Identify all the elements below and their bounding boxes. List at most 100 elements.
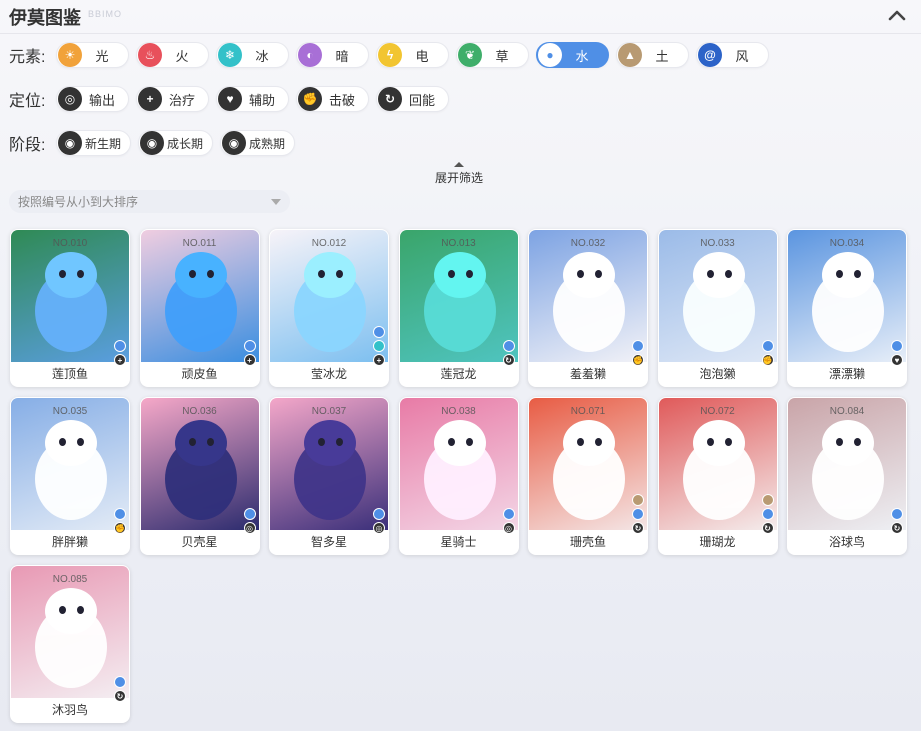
break-icon: ✊ — [298, 87, 322, 111]
element-filter-row: 元素: ☀ 光 ♨ 火 ❄ 冰 ◐ 暗 ϟ 电 ❦ 草 ● 水 ▲ 土 @ 风 — [9, 41, 776, 69]
creature-eye — [706, 438, 714, 446]
element-chip-label: 水 — [575, 48, 589, 64]
creature-image — [788, 398, 906, 530]
position-chip-3[interactable]: ✊ 击破 — [296, 86, 369, 112]
creature-eye — [836, 270, 843, 278]
element-chip-6[interactable]: ● 水 — [536, 42, 609, 68]
creature-card[interactable]: NO.013 ↻ 莲冠龙 — [398, 229, 519, 387]
element-chip-8[interactable]: @ 风 — [696, 42, 769, 68]
element-badge-icon — [632, 508, 644, 520]
creature-head-shape — [563, 252, 615, 298]
creature-eye — [206, 270, 214, 278]
element-chip-2[interactable]: ❄ 冰 — [216, 42, 289, 68]
creature-card[interactable]: NO.037 ◎ 智多星 — [269, 397, 389, 555]
element-chip-5[interactable]: ❦ 草 — [456, 42, 529, 68]
stage-chip-2[interactable]: ◉ 成熟期 — [220, 130, 295, 156]
element-chip-4[interactable]: ϟ电 — [376, 42, 449, 68]
element-badge-icon — [502, 340, 515, 352]
creature-name: 羞羞獭 — [569, 367, 606, 381]
element-badge-icon — [761, 340, 774, 352]
creature-name: 胖胖獭 — [51, 535, 88, 549]
stage-chip-1[interactable]: ◉ 成长期 — [138, 130, 213, 156]
collapse-chevron-icon[interactable] — [887, 6, 907, 24]
element-badge-icon — [632, 340, 644, 352]
creature-eye — [59, 438, 66, 446]
stage-chip-0[interactable]: ◉ 新生期 — [56, 130, 131, 156]
position-chip-0[interactable]: ◎ 输出 — [56, 86, 129, 112]
element-badge-icon — [502, 508, 515, 520]
creature-name: 贝壳星 — [181, 535, 218, 549]
element-chip-7[interactable]: ▲ 土 — [616, 42, 689, 68]
creature-head-shape — [822, 420, 874, 466]
expand-filters-button[interactable]: 展开筛选 — [434, 162, 484, 186]
fire-icon: ♨ — [138, 43, 162, 67]
creature-image — [140, 398, 259, 530]
creature-head-shape — [563, 420, 615, 466]
creature-head-shape — [174, 252, 227, 298]
creature-eye — [706, 270, 714, 278]
creature-card[interactable]: NO.072 ↻ 珊瑚龙 — [657, 397, 778, 555]
creature-card[interactable]: NO.036 ◎ 贝壳星 — [139, 397, 260, 555]
sort-select[interactable]: 按照编号从小到大排序 — [9, 190, 290, 213]
creature-card[interactable]: NO.032 ✊ 羞羞獭 — [528, 229, 648, 387]
creature-image — [529, 398, 647, 530]
creature-card[interactable]: NO.084 ↻ 浴球鸟 — [787, 397, 907, 555]
element-chip-3[interactable]: ◐ 暗 — [296, 42, 369, 68]
sort-select-value: 按照编号从小到大排序 — [18, 195, 139, 209]
earth-icon: ▲ — [618, 43, 642, 67]
heal-icon: + — [138, 87, 162, 111]
creature-head-shape — [692, 420, 745, 466]
creature-image — [529, 230, 647, 362]
creature-number: NO.011 — [182, 238, 217, 249]
creature-eye — [206, 438, 214, 446]
creature-eye — [724, 270, 732, 278]
creature-card[interactable]: NO.033 ✊ 泡泡獭 — [657, 229, 778, 387]
creature-eye — [59, 606, 66, 614]
creature-card[interactable]: NO.012 + 莹冰龙 — [269, 229, 389, 387]
creature-eye — [465, 438, 473, 446]
creature-number: NO.085 — [52, 574, 88, 585]
creature-eye — [577, 270, 584, 278]
element-chip-1[interactable]: ♨ 火 — [136, 42, 209, 68]
position-chip-2[interactable]: ♥ 辅助 — [216, 86, 289, 112]
element-badge-icon — [114, 340, 126, 352]
ice-icon: ❄ — [218, 43, 242, 67]
creature-name: 莲顶鱼 — [51, 367, 88, 381]
stage-filter-row: 阶段: ◉ 新生期 ◉ 成长期 ◉ 成熟期 — [9, 129, 302, 157]
element-chip-label: 火 — [175, 48, 189, 64]
creature-eye — [854, 438, 861, 446]
creature-card[interactable]: NO.085 ↻ 沐羽鸟 — [10, 565, 130, 723]
creature-card[interactable]: NO.035 ✊ 胖胖獭 — [10, 397, 130, 555]
expand-arrow-icon — [454, 162, 464, 167]
creature-number: NO.036 — [182, 406, 217, 417]
creature-eye — [854, 270, 861, 278]
creature-number: NO.084 — [829, 406, 865, 417]
creature-number: NO.033 — [700, 238, 735, 249]
position-chip-4[interactable]: ↻ 回能 — [376, 86, 449, 112]
creature-card[interactable]: NO.034 ♥ 漂漂獭 — [787, 229, 907, 387]
creature-eye — [318, 270, 325, 278]
stage-chip-label: 成长期 — [166, 136, 203, 151]
creature-card[interactable]: NO.071 ↻ 珊壳鱼 — [528, 397, 648, 555]
creature-image — [399, 230, 518, 362]
position-filter-label: 定位: — [9, 93, 46, 110]
element-badge-icon — [243, 340, 256, 352]
element-chip-label: 光 — [95, 48, 109, 64]
light-icon: ☀ — [58, 43, 82, 67]
creature-image — [140, 230, 259, 362]
creature-card[interactable]: NO.010 + 莲顶鱼 — [10, 229, 130, 387]
element-badge-icon — [891, 340, 903, 352]
support-icon: ♥ — [218, 87, 242, 111]
creature-card[interactable]: NO.011 + 顽皮鱼 — [139, 229, 260, 387]
position-chip-label: 输出 — [88, 92, 115, 108]
creature-eye — [595, 438, 602, 446]
creature-eye — [577, 438, 584, 446]
position-chip-1[interactable]: + 治疗 — [136, 86, 209, 112]
creature-eye — [188, 438, 196, 446]
element-badge-icon — [891, 508, 903, 520]
element-chip-0[interactable]: ☀ 光 — [56, 42, 129, 68]
stage-chip-label: 新生期 — [84, 136, 121, 151]
creature-image — [399, 398, 518, 530]
creature-image — [270, 230, 388, 362]
creature-card[interactable]: NO.038 ◎ 星骑士 — [398, 397, 519, 555]
